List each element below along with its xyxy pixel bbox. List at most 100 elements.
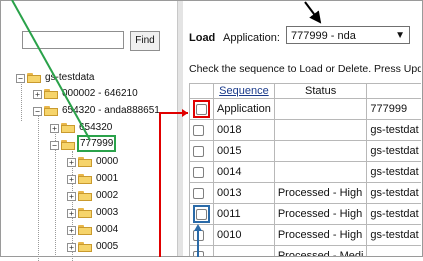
expand-icon[interactable]: + [67, 192, 76, 201]
tree-node-label: 0003 [96, 207, 119, 218]
application-select-value: 777999 - nda [291, 30, 356, 42]
source-cell [366, 245, 421, 256]
source-cell: gs-testdat [366, 203, 421, 225]
chevron-down-icon: ▼ [395, 30, 405, 41]
tree-line [38, 111, 39, 261]
table-row: 0014 gs-testdat [189, 161, 421, 183]
tree-node-label: 0005 [96, 241, 119, 252]
folder-icon [78, 242, 92, 252]
folder-icon [61, 140, 75, 150]
status-cell [273, 161, 368, 183]
table-row: Application 777999 [189, 98, 421, 120]
folder-icon [78, 208, 92, 218]
folder-icon [78, 191, 92, 201]
source-cell: 777999 [366, 98, 421, 120]
sequence-cell: 0014 [213, 161, 275, 183]
select-cell [189, 119, 214, 141]
folder-icon [27, 73, 41, 83]
sequence-sort-link[interactable]: Sequence [219, 85, 269, 97]
table-row: 0010 Processed - High gs-testdat [189, 224, 421, 246]
column-header-source [366, 83, 421, 99]
select-cell [189, 161, 214, 183]
column-header-status: Status [273, 83, 368, 99]
table-row: 0015 gs-testdat [189, 140, 421, 162]
select-cell [189, 203, 214, 225]
sequence-cell: 0011 [213, 203, 275, 225]
folder-icon [78, 157, 92, 167]
source-cell: gs-testdat [366, 224, 421, 246]
select-cell [189, 98, 214, 120]
tree-node-label: 0002 [96, 190, 119, 201]
status-cell: Processed - High [273, 203, 368, 225]
collapse-icon[interactable]: − [50, 141, 59, 150]
source-cell: gs-testdat [366, 182, 421, 204]
expand-icon[interactable]: + [67, 226, 76, 235]
application-label: Application: [223, 32, 280, 44]
row-checkbox[interactable] [193, 187, 204, 199]
sequence-cell: 0010 [213, 224, 275, 246]
folder-icon [78, 225, 92, 235]
sequence-cell: 0013 [213, 182, 275, 204]
tree-node-label: gs-testdata [45, 72, 95, 83]
tree-node-label: 654320 [79, 122, 113, 133]
collapse-icon[interactable]: − [33, 107, 42, 116]
expand-icon[interactable]: + [67, 243, 76, 252]
source-cell: gs-testdat [366, 161, 421, 183]
row-checkbox[interactable] [193, 124, 204, 136]
expand-icon[interactable]: + [67, 158, 76, 167]
load-pane: Load Application: 777999 - nda ▼ Check t… [183, 1, 421, 256]
application-select[interactable]: 777999 - nda ▼ [286, 26, 410, 44]
status-cell [273, 140, 368, 162]
folder-icon [44, 89, 58, 99]
sequence-cell: Application [213, 98, 275, 120]
tree-node-label: 0000 [96, 156, 119, 167]
sequence-table: Sequence Status Application 777999 0018 … [189, 83, 421, 256]
source-cell: gs-testdat [366, 119, 421, 141]
tree-node-label: 0001 [96, 173, 119, 184]
expand-icon[interactable]: + [50, 124, 59, 133]
collapse-icon[interactable]: − [16, 74, 25, 83]
sequence-cell: 0015 [213, 140, 275, 162]
tree-node-label: 654320 - anda888651 [62, 105, 160, 116]
row-checkbox[interactable] [193, 250, 204, 256]
row-checkbox[interactable] [193, 166, 204, 178]
tree-line [21, 81, 22, 121]
row-checkbox[interactable] [193, 145, 204, 157]
row-checkbox[interactable] [193, 229, 204, 241]
folder-icon [44, 106, 58, 116]
tree-pane: Find − gs-testdata + 000002 - 646210 − 6… [1, 1, 177, 261]
select-cell [189, 140, 214, 162]
table-row: 0018 gs-testdat [189, 119, 421, 141]
column-header-select [189, 83, 214, 99]
status-cell [273, 119, 368, 141]
status-cell: Processed - Medi [273, 245, 368, 256]
tree-node-label: 000002 - 646210 [62, 88, 138, 99]
status-cell [273, 98, 368, 120]
expand-icon[interactable]: + [67, 175, 76, 184]
expand-icon[interactable]: + [67, 209, 76, 218]
source-cell: gs-testdat [366, 140, 421, 162]
row-checkbox[interactable] [196, 208, 207, 220]
table-row: 0013 Processed - High gs-testdat [189, 182, 421, 204]
instructions-text: Check the sequence to Load or Delete. Pr… [189, 63, 421, 75]
folder-icon [61, 123, 75, 133]
status-cell: Processed - High [273, 182, 368, 204]
tree-node-label: 777999 [77, 135, 117, 152]
select-cell [189, 182, 214, 204]
table-header-row: Sequence Status [189, 83, 421, 99]
select-cell [189, 245, 214, 256]
tree-search-input[interactable] [22, 31, 124, 49]
highlight-box [193, 205, 210, 223]
sequence-cell: 0018 [213, 119, 275, 141]
table-row: 0011 Processed - High gs-testdat [189, 203, 421, 225]
expand-icon[interactable]: + [33, 90, 42, 99]
highlight-box [193, 100, 210, 118]
folder-icon [78, 174, 92, 184]
load-title: Load [189, 32, 216, 44]
column-header-sequence[interactable]: Sequence [213, 83, 275, 99]
table-row: Processed - Medi [189, 245, 421, 256]
find-button[interactable]: Find [130, 31, 160, 51]
status-cell: Processed - High [273, 224, 368, 246]
select-cell [189, 224, 214, 246]
row-checkbox[interactable] [196, 103, 207, 115]
